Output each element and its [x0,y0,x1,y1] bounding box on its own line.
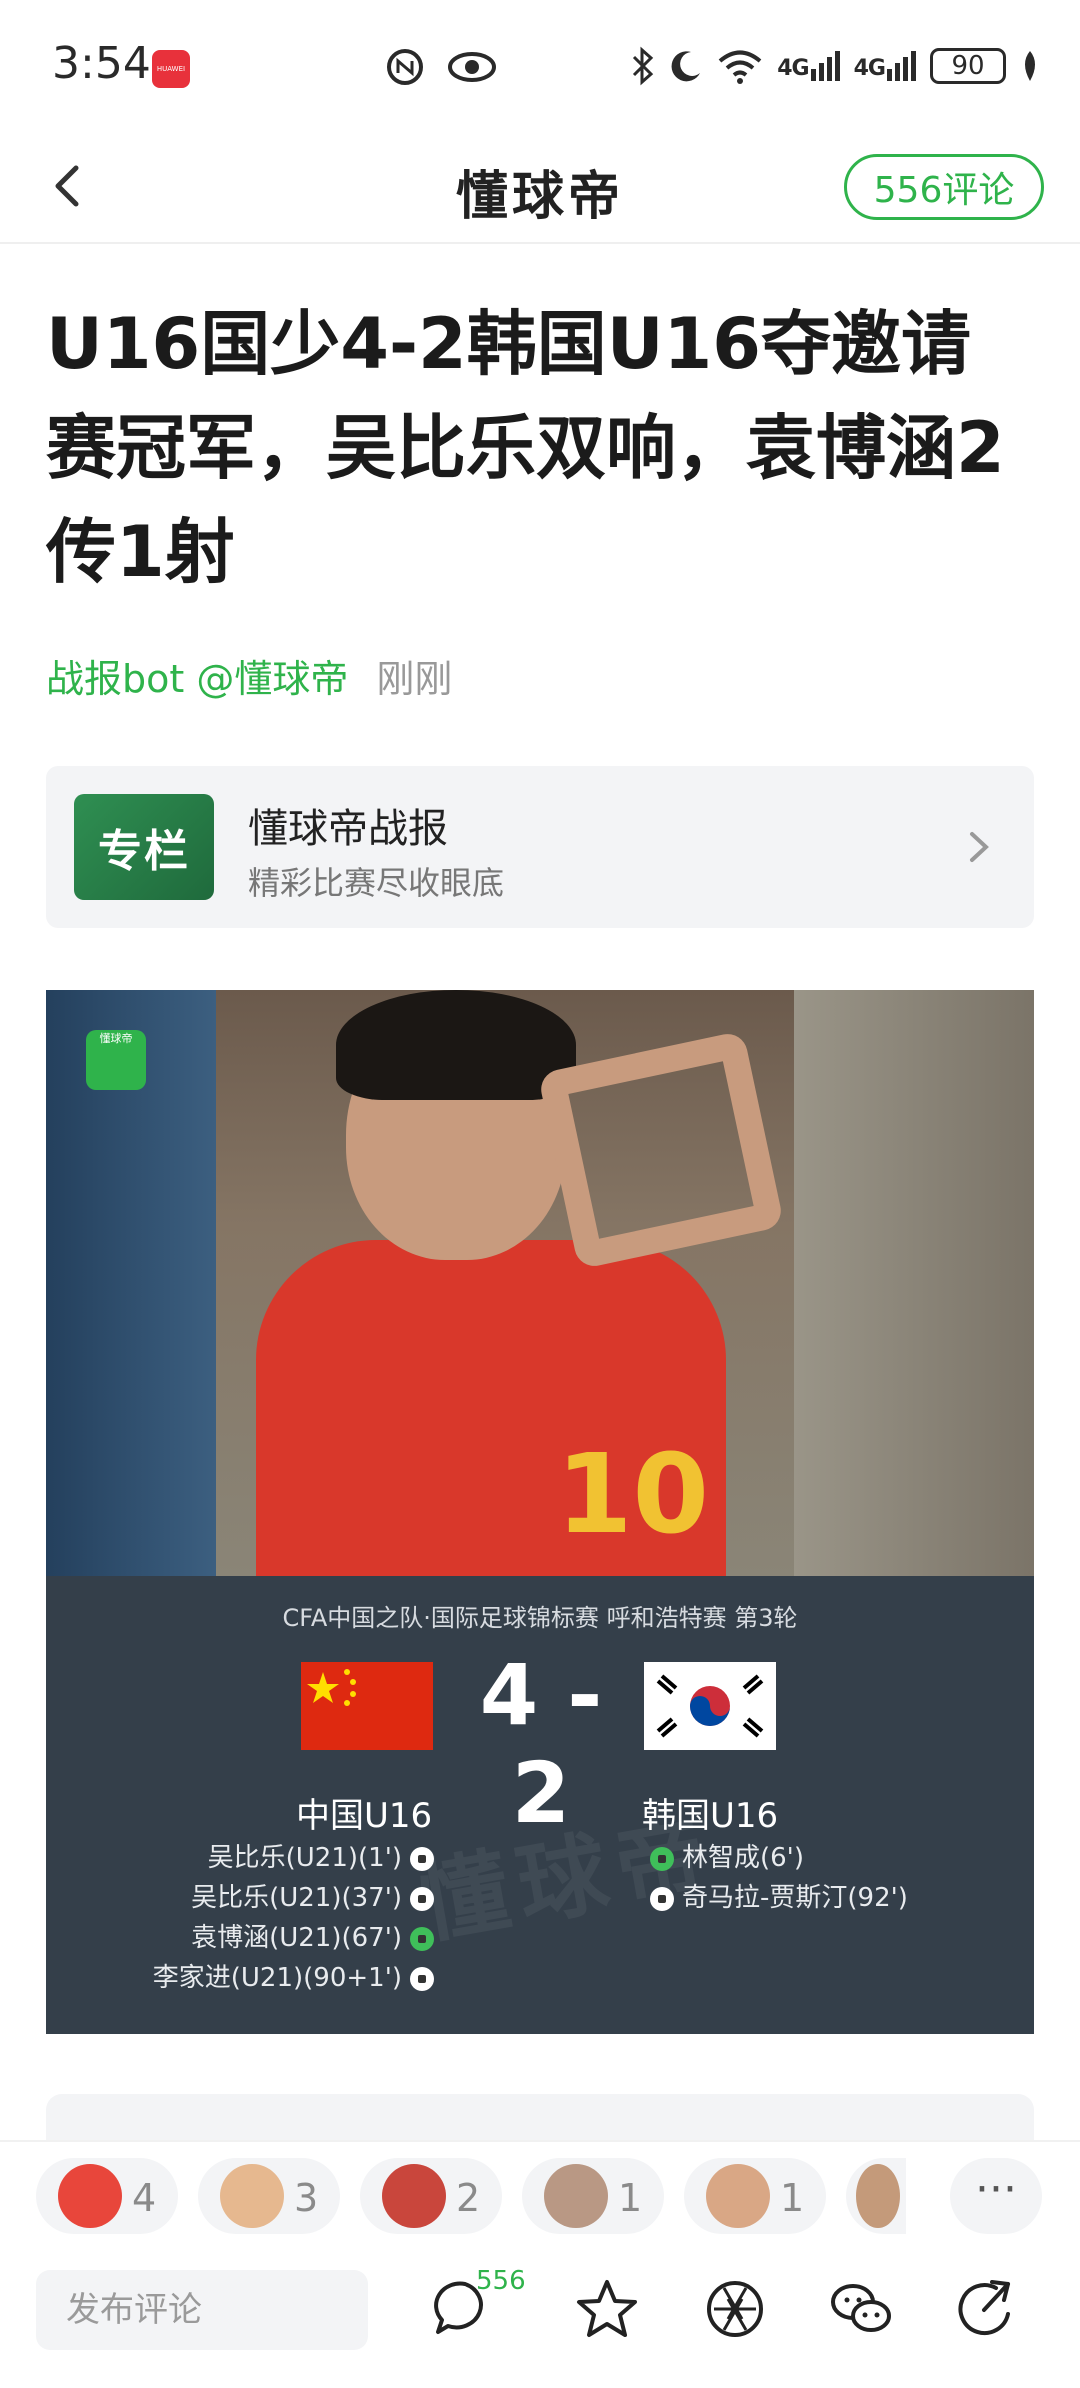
player-hair [336,990,576,1100]
camera-shutter-icon[interactable] [700,2274,770,2344]
comment-count-button[interactable]: 556评论 [844,154,1044,220]
bald-laugh-emoji-icon [544,2164,608,2228]
more-reactions-button[interactable]: ··· [950,2158,1042,2234]
bottom-toolbar: 发布评论 556 [0,2250,1080,2388]
publish-time: 刚刚 [376,657,453,701]
thumbs-up-emoji-icon [58,2164,122,2228]
battery-indicator: 90 [930,48,1006,84]
reaction-button[interactable] [846,2158,906,2234]
home-scorer: 吴比乐(U21)(1') [153,1838,442,1878]
away-scorers: 林智成(6') 奇马拉-贾斯汀(92') [642,1838,908,1918]
scoreboard: 懂球帝 CFA中国之队·国际足球锦标赛 呼和浩特赛 第3轮 4 - 2 中国U1… [46,1576,1034,2034]
reaction-count: 2 [456,2176,481,2220]
cellular-signal-2: 4G [854,51,916,81]
cellular-signal-1: 4G [777,51,840,81]
korea-flag-icon [644,1662,776,1750]
dongqiudi-logo-icon: 懂球帝 [86,1030,146,1090]
nfc-icon [387,49,423,85]
comment-input[interactable]: 发布评论 [36,2270,368,2350]
facepalm-emoji-icon [220,2164,284,2228]
home-team-name: 中国U16 [296,1796,433,1836]
app-notification-icon: HUAWEI [152,50,190,88]
share-icon[interactable] [952,2274,1022,2344]
comment-count-badge: 556 [476,2266,526,2296]
column-thumbnail: 专栏 [74,794,214,900]
match-info: CFA中国之队·国际足球锦标赛 呼和浩特赛 第3轮 [282,1604,798,1632]
home-scorer: 吴比乐(U21)(37') [153,1878,442,1918]
player-hand-gesture [537,1030,785,1270]
reaction-count: 1 [780,2176,805,2220]
home-scorers: 吴比乐(U21)(1') 吴比乐(U21)(37') 袁博涵(U21)(67')… [153,1838,442,1998]
article-byline: 战报bot @懂球帝 刚刚 [46,648,452,703]
shirt-number: 10 [556,1430,710,1558]
reaction-count: 1 [618,2176,643,2220]
chevron-right-icon [970,832,989,862]
column-subtitle: 精彩比赛尽收眼底 [248,864,505,902]
football-icon [650,1846,674,1871]
background-wall [794,990,1034,1576]
author-link[interactable]: 战报bot @懂球帝 [46,657,348,701]
football-icon [650,1886,674,1911]
reaction-button[interactable]: 1 [684,2158,826,2234]
smirk-emoji-icon [706,2164,770,2228]
china-flag-icon [301,1662,433,1750]
wechat-icon[interactable] [826,2274,896,2344]
thinking-emoji-icon [856,2164,900,2228]
reaction-bar: 4 3 2 1 1 ··· [0,2140,1080,2252]
charging-leaf-icon [1025,51,1035,81]
away-scorer: 林智成(6') [642,1838,908,1878]
eye-icon [448,52,496,82]
bluetooth-icon [633,46,654,86]
star-favorite-icon[interactable] [572,2274,642,2344]
reaction-button[interactable]: 3 [198,2158,340,2234]
reaction-count: 4 [132,2176,157,2220]
player-photo: 10 懂球帝 [46,990,1034,1576]
reaction-button[interactable]: 1 [522,2158,664,2234]
football-icon [410,1846,434,1871]
article-title: U16国少4-2韩国U16夺邀请赛冠军，吴比乐双响，袁博涵2传1射 [46,303,1005,593]
reaction-button[interactable]: 2 [360,2158,502,2234]
away-scorer: 奇马拉-贾斯汀(92') [642,1878,908,1918]
reaction-button[interactable]: 4 [36,2158,178,2234]
home-scorer: 李家进(U21)(90+1') [153,1958,442,1998]
status-mid-icons [385,44,497,90]
away-team-name: 韩国U16 [642,1796,779,1836]
reaction-count: 3 [294,2176,319,2220]
home-scorer: 袁博涵(U21)(67') [153,1918,442,1958]
do-not-disturb-moon-icon [671,51,701,82]
final-score: 4 - 2 [479,1646,603,1842]
football-icon [410,1966,434,1991]
column-card[interactable]: 专栏 懂球帝战报 精彩比赛尽收眼底 [46,766,1034,928]
angry-emoji-icon [382,2164,446,2228]
status-bar: 3:54 HUAWEI 4G 4G 90 [0,0,1080,130]
article-image[interactable]: 10 懂球帝 懂球帝 CFA中国之队·国际足球锦标赛 呼和浩特赛 第3轮 4 -… [46,990,1034,2034]
wifi-icon [718,50,762,84]
column-title: 懂球帝战报 [248,806,448,852]
football-icon [410,1926,434,1951]
football-icon [410,1886,434,1911]
status-time: 3:54 [52,38,151,89]
top-nav-bar: 懂球帝 556评论 [0,130,1080,244]
status-right-icons: 4G 4G 90 [631,42,1040,90]
